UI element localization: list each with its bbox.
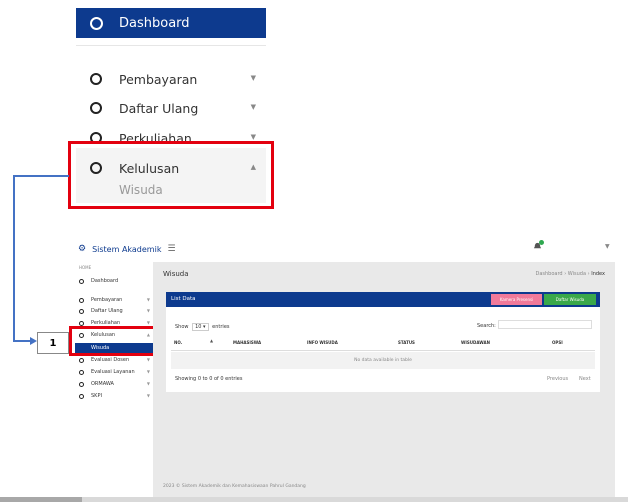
menu-item-label: Dashboard <box>119 15 190 31</box>
sidebar-item-label: SKPI <box>91 393 102 399</box>
chevron-down-icon: ▼ <box>146 381 150 386</box>
breadcrumb-index: Index <box>591 271 605 277</box>
menu-item-pembayaran[interactable]: Pembayaran ▼ <box>76 67 266 91</box>
sidebar-item-evaluasi-dosen[interactable]: Evaluasi Dosen ▼ <box>79 355 153 365</box>
pagination-next[interactable]: Next <box>579 376 591 382</box>
page-title: Wisuda <box>163 270 189 278</box>
connector-line <box>13 175 15 341</box>
logo-icon: ⚙ <box>78 244 87 254</box>
chevron-down-icon: ▼ <box>250 133 256 141</box>
sidebar-item-label: Pembayaran <box>91 297 123 303</box>
highlight-box-bottom <box>69 326 158 356</box>
breadcrumb: Dashboard › Wisuda › Index <box>535 271 605 277</box>
sidebar-item-pembayaran[interactable]: Pembayaran ▼ <box>79 295 153 305</box>
sidebar-item-ormawa[interactable]: ORMAWA ▼ <box>79 379 153 389</box>
circle-icon <box>90 73 102 85</box>
sidebar-item-label: Dashboard <box>91 278 119 284</box>
column-header-info-wisuda[interactable]: INFO WISUDA <box>307 340 338 345</box>
chevron-down-icon: ▼ <box>146 320 150 325</box>
highlight-box-top <box>68 141 274 209</box>
sidebar-section-label: HOME <box>79 265 92 270</box>
circle-icon <box>79 278 84 284</box>
page-footer: 2023 © Sistem Akademik dan Kemahasiswaan… <box>163 484 306 489</box>
circle-icon <box>79 308 84 314</box>
table-header-divider <box>171 350 595 351</box>
app-title: Sistem Akademik <box>92 244 162 254</box>
sidebar-item-label: Daftar Ulang <box>91 308 123 314</box>
sidebar-item-skpi[interactable]: SKPI ▼ <box>79 391 153 401</box>
chevron-down-icon: ▼ <box>250 74 256 82</box>
chevron-down-icon: ▼ <box>250 103 256 111</box>
sort-icon[interactable]: ▲ <box>210 338 213 343</box>
entries-label: entries <box>212 324 230 330</box>
menu-item-label: Daftar Ulang <box>119 100 199 116</box>
daftar-wisuda-button[interactable]: Daftar Wisuda <box>544 294 596 305</box>
column-header-mahasiswa[interactable]: MAHASISWA <box>233 340 261 345</box>
circle-icon <box>79 381 84 387</box>
sidebar-item-daftar-ulang[interactable]: Daftar Ulang ▼ <box>79 306 153 316</box>
hamburger-menu-icon[interactable]: ☰ <box>167 244 175 254</box>
breadcrumb-separator: › <box>564 271 567 277</box>
step-number-label: 1 <box>37 332 69 354</box>
arrow-right-icon <box>30 337 37 345</box>
connector-line <box>13 340 31 342</box>
circle-icon <box>79 320 84 326</box>
menu-item-daftar-ulang[interactable]: Daftar Ulang ▼ <box>76 96 266 120</box>
table-info: Showing 0 to 0 of 0 entries <box>175 376 243 382</box>
connector-line <box>13 175 69 177</box>
pagination-previous[interactable]: Previous <box>547 376 568 382</box>
column-header-wisudawan[interactable]: WISUDAWAN <box>461 340 490 345</box>
list-data-card: List Data Kamera Presensi Daftar Wisuda … <box>166 292 600 392</box>
entries-select[interactable]: 10 ▾ <box>192 323 209 331</box>
chevron-down-icon: ▼ <box>146 393 150 398</box>
sidebar-item-evaluasi-layanan[interactable]: Evaluasi Layanan ▼ <box>79 367 153 377</box>
search-label: Search: <box>477 323 496 329</box>
show-label: Show <box>175 324 189 330</box>
sidebar-item-label: Evaluasi Layanan <box>91 369 135 375</box>
column-header-opsi[interactable]: OPSI <box>552 340 563 345</box>
sidebar-item-label: Evaluasi Dosen <box>91 357 130 363</box>
entries-length-control: Show 10 ▾ entries <box>175 323 230 331</box>
column-header-no[interactable]: NO. <box>174 340 182 345</box>
bottom-strip-segment <box>0 497 82 502</box>
circle-icon <box>79 369 84 375</box>
menu-item-label: Pembayaran <box>119 71 198 87</box>
main-content: Wisuda Dashboard › Wisuda › Index List D… <box>153 262 615 497</box>
app-sidebar: HOME Dashboard Pembayaran ▼ Daftar Ulang… <box>75 262 153 497</box>
chevron-down-icon: ▼ <box>146 357 150 362</box>
notification-dot <box>539 240 544 245</box>
breadcrumb-separator: › <box>587 271 590 277</box>
app-topbar: ⚙ Sistem Akademik ☰ ▼ <box>75 238 615 260</box>
sidebar-item-dashboard[interactable]: Dashboard <box>79 276 153 286</box>
breadcrumb-dashboard[interactable]: Dashboard <box>535 271 562 277</box>
chevron-down-icon: ▼ <box>146 369 150 374</box>
divider <box>76 45 266 46</box>
circle-icon <box>79 297 84 303</box>
chevron-down-icon[interactable]: ▼ <box>605 243 610 250</box>
circle-icon <box>90 102 102 114</box>
circle-icon <box>79 357 84 363</box>
menu-item-dashboard[interactable]: Dashboard <box>76 8 266 38</box>
circle-icon <box>79 393 84 399</box>
chevron-down-icon: ▼ <box>146 297 150 302</box>
entries-select-value: 10 <box>195 324 202 330</box>
table-empty-row: No data available in table <box>171 352 595 369</box>
card-title: List Data <box>171 296 196 302</box>
column-header-status[interactable]: STATUS <box>398 340 415 345</box>
chevron-down-icon: ▼ <box>146 308 150 313</box>
sidebar-item-label: ORMAWA <box>91 381 114 387</box>
breadcrumb-wisuda[interactable]: Wisuda <box>568 271 586 277</box>
bottom-strip <box>0 497 628 502</box>
search-input[interactable] <box>498 320 592 329</box>
kamera-presensi-button[interactable]: Kamera Presensi <box>491 294 542 305</box>
circle-icon <box>90 16 103 30</box>
